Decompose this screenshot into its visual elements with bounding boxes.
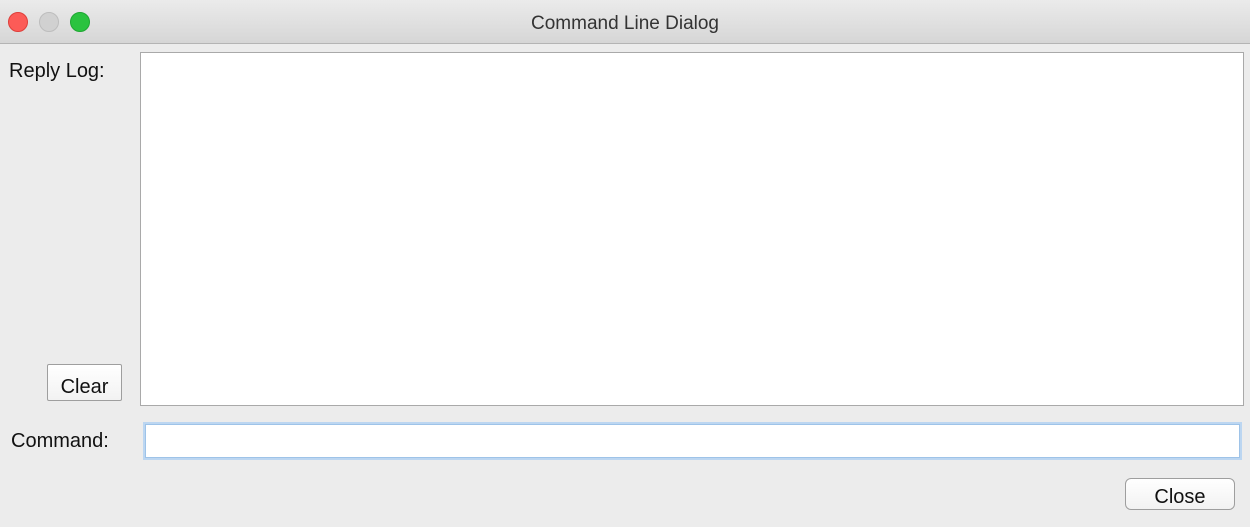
command-label: Command: bbox=[11, 430, 109, 452]
reply-log-area[interactable] bbox=[140, 52, 1244, 406]
title-bar[interactable]: Command Line Dialog bbox=[0, 0, 1250, 44]
reply-log-label: Reply Log: bbox=[9, 60, 105, 82]
clear-button[interactable]: Clear bbox=[47, 364, 122, 401]
command-line-dialog: Command Line Dialog Reply Log: Clear Com… bbox=[0, 0, 1250, 527]
close-button[interactable]: Close bbox=[1125, 478, 1235, 510]
window-title: Command Line Dialog bbox=[531, 13, 719, 34]
command-input[interactable] bbox=[145, 424, 1240, 458]
